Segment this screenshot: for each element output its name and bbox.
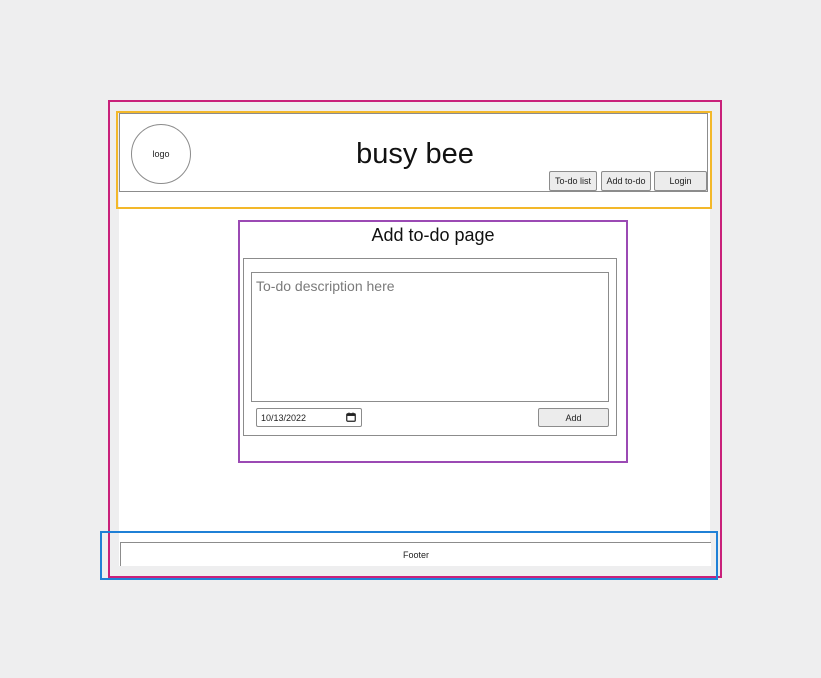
nav-login-label: Login [669, 176, 692, 186]
site-title: busy bee [356, 138, 474, 170]
nav-add-todo-button[interactable]: Add to-do [601, 171, 651, 191]
add-button-label: Add [565, 412, 582, 423]
due-date-input[interactable]: 10/13/2022 [256, 408, 362, 427]
footer-highlight [100, 531, 718, 580]
add-button[interactable]: Add [538, 408, 609, 427]
logo-label: logo [152, 149, 170, 159]
due-date-value: 10/13/2022 [261, 412, 307, 423]
nav-todo-list-button[interactable]: To-do list [549, 171, 597, 191]
nav-todo-list-label: To-do list [554, 176, 591, 186]
todo-description-input[interactable] [251, 272, 609, 402]
calendar-icon[interactable] [346, 412, 356, 422]
nav-login-button[interactable]: Login [654, 171, 707, 191]
page-title: Add to-do page [371, 225, 495, 245]
logo[interactable]: logo [131, 124, 191, 184]
nav-add-todo-label: Add to-do [606, 176, 646, 186]
